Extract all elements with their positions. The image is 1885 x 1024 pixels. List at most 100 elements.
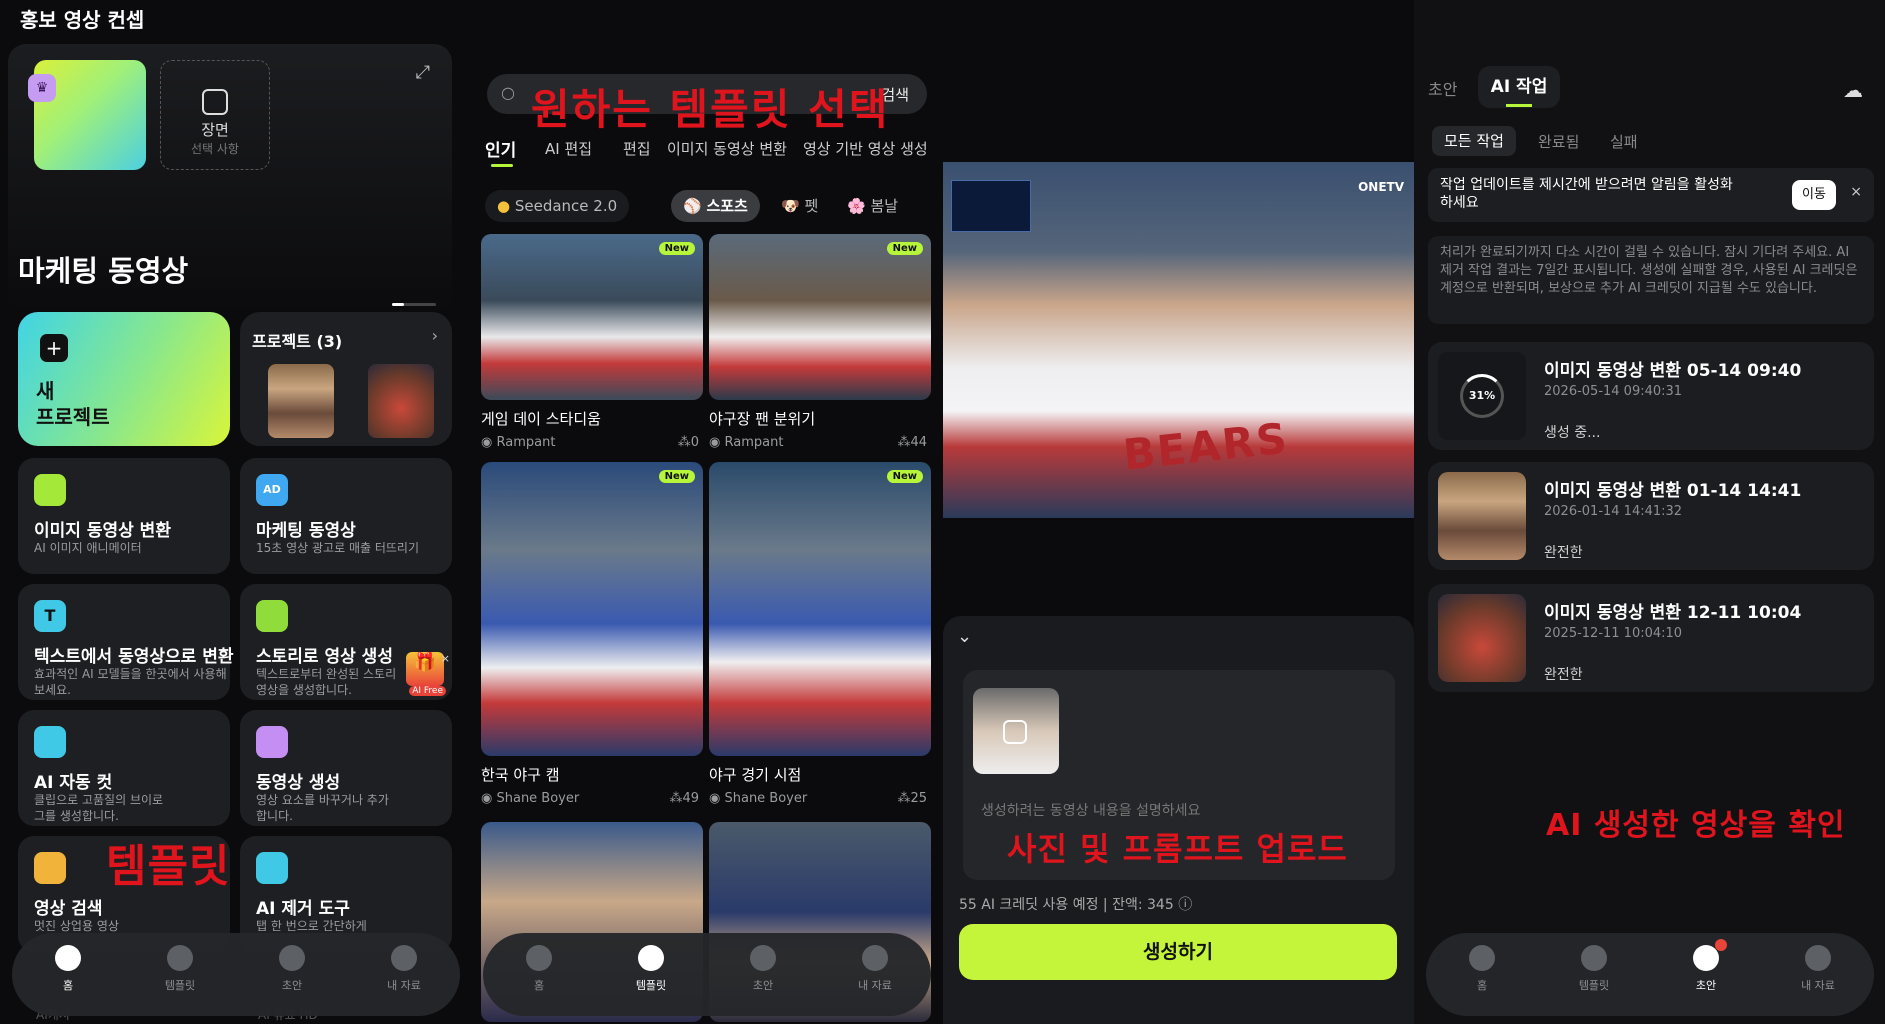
tab-ai-jobs[interactable]: AI 작업: [1478, 66, 1560, 108]
tile-image-to-video[interactable]: 이미지 동영상 변환 AI 이미지 애니메이터: [18, 458, 230, 574]
template-icon: [1581, 945, 1607, 971]
project-thumb[interactable]: [268, 364, 334, 438]
template-author: Shane Boyer: [496, 791, 580, 806]
nav-draft[interactable]: 초안: [1650, 939, 1762, 993]
home-panel: 홍보 영상 컨셉 ♛ 장면 선택 사항 ⤢ 마케팅 동영상 + 새 프로젝트 프…: [0, 0, 470, 1024]
nav-home[interactable]: 홈: [1426, 945, 1538, 993]
nav-draft[interactable]: 초안: [707, 945, 819, 993]
nav-template[interactable]: 템플릿: [595, 945, 707, 993]
job-title: 이미지 동영상 변환 01-14 14:41: [1544, 481, 1802, 501]
template-panel: ○ 검색 원하는 템플릿 선택 인기 AI 편집 편집 이미지 동영상 변환 영…: [471, 0, 943, 1024]
nav-draft[interactable]: 초안: [236, 945, 348, 993]
scene-sub: 선택 사항: [191, 142, 239, 156]
filter-done[interactable]: 완료됨: [1538, 131, 1579, 152]
tab-popular[interactable]: 인기: [485, 136, 516, 161]
filter-failed[interactable]: 실패: [1610, 131, 1638, 152]
help-icon[interactable]: ⓘ: [1178, 897, 1192, 913]
chip-label: 봄날: [870, 197, 899, 215]
nav-label: 내 자료: [858, 979, 892, 992]
tile-marketing-video[interactable]: AD 마케팅 동영상 15초 영상 광고로 매출 터뜨리기: [240, 458, 452, 574]
info-box: 처리가 완료되기까지 다소 시간이 걸릴 수 있습니다. 잠시 기다려 주세요.…: [1428, 236, 1874, 324]
cloud-icon[interactable]: ☁: [1843, 78, 1863, 102]
nav-template[interactable]: 템플릿: [124, 945, 236, 993]
bottom-nav: 홈 템플릿 초안 내 자료: [12, 933, 460, 1016]
uploaded-photo[interactable]: [973, 688, 1059, 774]
flower-icon: 🌸: [847, 197, 871, 215]
tile-story-video[interactable]: 스토리로 영상 생성 텍스트로부터 완성된 스토리 영상을 생성합니다. 🎁 A…: [240, 584, 452, 700]
job-item[interactable]: 31% 이미지 동영상 변환 05-14 09:40 2026-05-14 09…: [1428, 342, 1874, 450]
template-card[interactable]: New 야구장 팬 분위기 ◉ Rampant ⁂44: [709, 234, 931, 450]
user-icon: [1805, 945, 1831, 971]
chip-spring[interactable]: 🌸 봄날: [835, 190, 910, 222]
search-icon: ○: [501, 83, 515, 102]
text-video-icon: T: [34, 600, 66, 632]
template-card[interactable]: New 한국 야구 캠 ◉ Shane Boyer ⁂49: [481, 462, 703, 806]
chevron-down-icon[interactable]: ⌄: [957, 626, 972, 647]
use-count: 44: [910, 435, 927, 450]
close-icon[interactable]: ×: [1850, 184, 1862, 200]
scoreboard: [951, 180, 1031, 232]
nav-home[interactable]: 홈: [483, 945, 595, 993]
use-count-icon: ⁂: [669, 791, 683, 806]
expand-icon[interactable]: ⤢: [416, 62, 430, 83]
projects-card[interactable]: 프로젝트 (3) ›: [240, 312, 452, 446]
job-thumb: 31%: [1438, 352, 1526, 440]
job-status: 완전한: [1544, 545, 1583, 561]
home-icon: [1469, 945, 1495, 971]
credit-info: 55 AI 크레딧 사용 예정 | 잔액: 345 ⓘ: [959, 894, 1192, 914]
crown-icon: ♛: [28, 74, 56, 102]
tile-title: 동영상 생성: [256, 773, 341, 793]
chip-seedance[interactable]: ● Seedance 2.0: [485, 190, 630, 222]
template-title: 야구 경기 시점: [709, 766, 802, 784]
nav-label: 초안: [281, 979, 303, 992]
generate-button[interactable]: 생성하기: [959, 924, 1397, 980]
draft-icon: [279, 945, 305, 971]
scene-slot[interactable]: 장면 선택 사항: [160, 60, 270, 170]
tile-text-to-video[interactable]: T 텍스트에서 동영상으로 변환 효과적인 AI 모델들을 한곳에서 사용해 보…: [18, 584, 234, 700]
go-button[interactable]: 이동: [1792, 180, 1836, 210]
template-card[interactable]: New 야구 경기 시점 ◉ Shane Boyer ⁂25: [709, 462, 931, 806]
template-title: 야구장 팬 분위기: [709, 410, 816, 428]
tile-auto-cut[interactable]: AI 자동 컷 클립으로 고품질의 브이로그를 생성합니다.: [18, 710, 230, 826]
job-item[interactable]: 이미지 동영상 변환 12-11 10:04 2025-12-11 10:04:…: [1428, 584, 1874, 692]
tile-desc: 탭 한 번으로 간단하게: [256, 919, 367, 933]
tab-ai-edit[interactable]: AI 편집: [545, 138, 592, 159]
tile-desc: 영상 요소를 바꾸거나 추가합니다.: [256, 793, 389, 823]
template-thumb: New: [481, 234, 703, 400]
tab-video-to-video[interactable]: 영상 기반 영상 생성: [803, 138, 928, 159]
nav-mine[interactable]: 내 자료: [348, 945, 460, 993]
use-count-icon: ⁂: [897, 435, 911, 450]
tile-title: 스토리로 영상 생성: [256, 647, 393, 667]
tile-video-generate[interactable]: 동영상 생성 영상 요소를 바꾸거나 추가합니다.: [240, 710, 452, 826]
tab-draft[interactable]: 초안: [1428, 76, 1457, 100]
new-project-button[interactable]: + 새 프로젝트: [18, 312, 230, 446]
chip-pet[interactable]: 🐶 펫: [769, 190, 830, 222]
nav-label: 템플릿: [635, 979, 667, 992]
tab-image-to-video[interactable]: 이미지 동영상 변환: [667, 138, 787, 159]
image-video-icon: [34, 474, 66, 506]
chip-label: Seedance 2.0: [514, 197, 618, 215]
job-item[interactable]: 이미지 동영상 변환 01-14 14:41 2026-01-14 14:41:…: [1428, 462, 1874, 570]
project-thumb[interactable]: [368, 364, 434, 438]
preview-video[interactable]: ONETV BEARS: [943, 162, 1414, 518]
editor-panel: ONETV BEARS ⌄ 생성하려는 동영상 내용을 설명하세요 사진 및 프…: [943, 0, 1414, 1024]
nav-mine[interactable]: 내 자료: [1762, 945, 1874, 993]
tab-edit[interactable]: 편집: [623, 138, 651, 159]
pet-icon: 🐶: [781, 197, 805, 215]
new-badge: New: [658, 242, 695, 255]
gift-icon[interactable]: 🎁: [406, 652, 444, 686]
page-indicator: [392, 303, 436, 306]
nav-home[interactable]: 홈: [12, 945, 124, 993]
nav-mine[interactable]: 내 자료: [819, 945, 931, 993]
plus-icon: +: [40, 334, 68, 362]
filter-all[interactable]: 모든 작업: [1432, 126, 1516, 156]
new-badge: New: [886, 242, 923, 255]
chip-sports[interactable]: ⚾ 스포츠: [671, 190, 760, 222]
use-count-icon: ⁂: [897, 791, 911, 806]
nav-template[interactable]: 템플릿: [1538, 945, 1650, 993]
folder-search-icon: [34, 852, 66, 884]
nav-label: 내 자료: [387, 979, 421, 992]
close-icon[interactable]: ×: [441, 652, 450, 665]
template-card[interactable]: New 게임 데이 스타디움 ◉ Rampant ⁂0: [481, 234, 703, 450]
avatar: ◉: [709, 791, 725, 806]
